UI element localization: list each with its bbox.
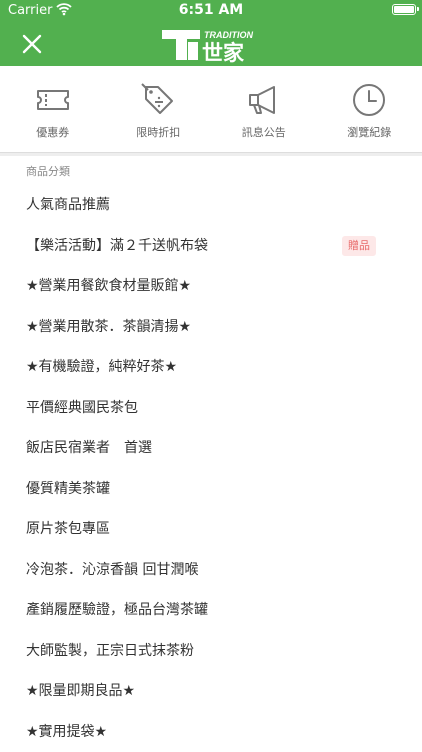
- megaphone-icon: [244, 82, 284, 118]
- category-item[interactable]: ★實用提袋★: [0, 712, 422, 752]
- category-label: ★營業用餐飲食材量販館★: [26, 278, 191, 294]
- category-label: 產銷履歷驗證，極品台灣茶罐: [26, 602, 208, 618]
- category-label: 冷泡茶．沁涼香韻 回甘潤喉: [26, 562, 198, 578]
- category-item[interactable]: 大師監製，正宗日式抹茶粉: [0, 631, 422, 672]
- quick-link-label: 瀏覽紀錄: [347, 124, 391, 140]
- category-item[interactable]: 優質精美茶罐: [0, 469, 422, 510]
- header: Carrier 6:51 AM TRADITION 世家: [0, 0, 422, 66]
- quick-links: 優惠券 限時折扣 訊息公告 瀏覽紀錄: [0, 66, 422, 153]
- quick-link-history[interactable]: 瀏覽紀錄: [317, 66, 422, 152]
- category-label: 原片茶包專區: [26, 521, 110, 537]
- category-item[interactable]: ★有機驗證，純粹好茶★: [0, 347, 422, 388]
- quick-link-label: 訊息公告: [242, 124, 286, 140]
- category-label: 人氣商品推薦: [26, 197, 110, 213]
- category-item[interactable]: 飯店民宿業者 首選: [0, 428, 422, 469]
- category-label: ★營業用散茶．茶韻清揚★: [26, 319, 191, 335]
- category-item[interactable]: ★營業用餐飲食材量販館★: [0, 266, 422, 307]
- clock-icon: [349, 82, 389, 118]
- category-label: 大師監製，正宗日式抹茶粉: [26, 643, 194, 659]
- battery-icon: [392, 4, 416, 15]
- close-button[interactable]: [20, 32, 44, 56]
- section-title: 商品分類: [0, 153, 422, 185]
- category-item[interactable]: 原片茶包專區: [0, 509, 422, 550]
- gift-badge: 贈品: [342, 236, 376, 256]
- svg-text:TRADITION: TRADITION: [204, 30, 253, 40]
- category-label: ★有機驗證，純粹好茶★: [26, 359, 177, 375]
- category-item[interactable]: ★限量即期良品★: [0, 671, 422, 712]
- status-time: 6:51 AM: [0, 2, 422, 18]
- category-item[interactable]: 產銷履歷驗證，極品台灣茶罐: [0, 590, 422, 631]
- ticket-icon: [33, 82, 73, 118]
- quick-link-announcements[interactable]: 訊息公告: [211, 66, 317, 152]
- category-list: 人氣商品推薦 【樂活活動】滿２千送帆布袋 贈品 ★營業用餐飲食材量販館★ ★營業用…: [0, 185, 422, 752]
- category-item[interactable]: 平價經典國民茶包: [0, 388, 422, 429]
- brand-logo: TRADITION 世家: [160, 24, 264, 64]
- svg-text:世家: 世家: [202, 41, 245, 64]
- category-item[interactable]: 人氣商品推薦: [0, 185, 422, 226]
- close-icon: [20, 32, 44, 56]
- category-label: 飯店民宿業者 首選: [26, 440, 152, 456]
- category-label: ★實用提袋★: [26, 724, 107, 740]
- status-bar: Carrier 6:51 AM: [0, 0, 422, 22]
- nav-bar: TRADITION 世家: [0, 22, 422, 66]
- quick-link-coupon[interactable]: 優惠券: [0, 66, 106, 152]
- quick-link-discount[interactable]: 限時折扣: [106, 66, 212, 152]
- category-item[interactable]: 冷泡茶．沁涼香韻 回甘潤喉: [0, 550, 422, 591]
- category-label: ★限量即期良品★: [26, 683, 135, 699]
- discount-tag-icon: [138, 82, 178, 118]
- category-item[interactable]: 【樂活活動】滿２千送帆布袋 贈品: [0, 226, 422, 267]
- category-label: 平價經典國民茶包: [26, 400, 138, 416]
- category-item[interactable]: ★營業用散茶．茶韻清揚★: [0, 307, 422, 348]
- category-label: 【樂活活動】滿２千送帆布袋: [26, 238, 208, 254]
- quick-link-label: 限時折扣: [136, 124, 180, 140]
- category-label: 優質精美茶罐: [26, 481, 110, 497]
- quick-link-label: 優惠券: [36, 124, 69, 140]
